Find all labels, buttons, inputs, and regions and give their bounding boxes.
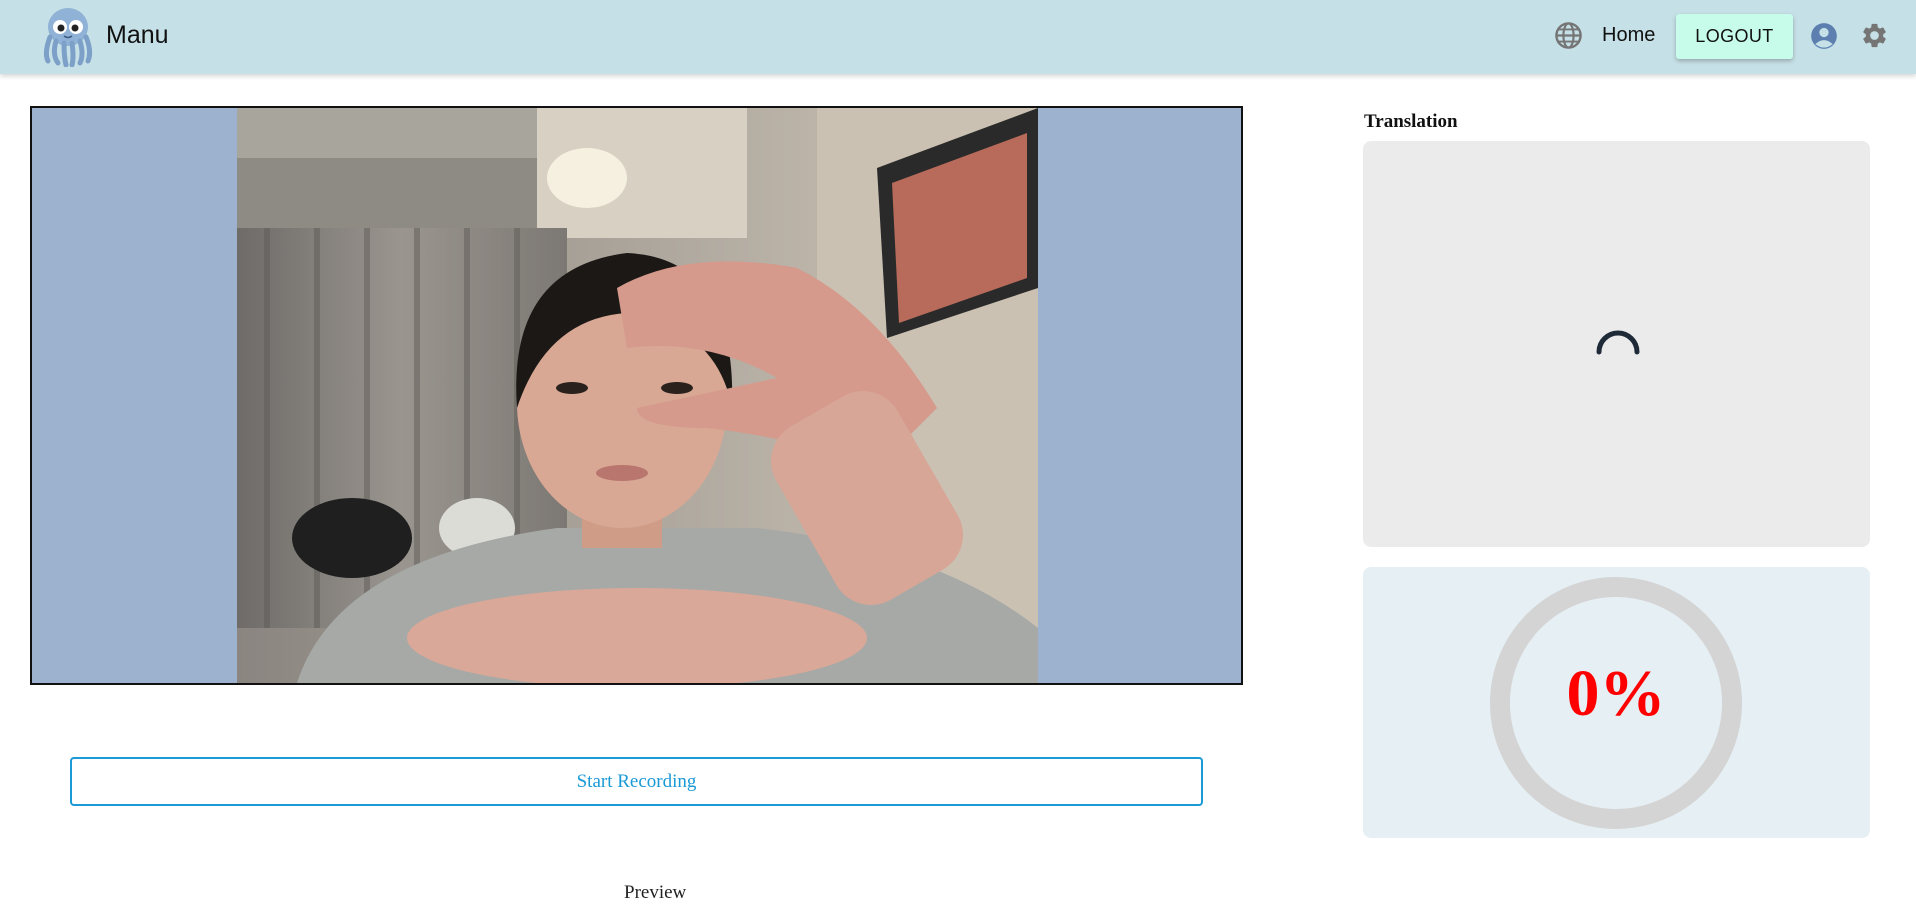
gear-icon[interactable] [1860, 21, 1889, 50]
loading-spinner-icon [1596, 330, 1640, 355]
logout-button[interactable]: LOGOUT [1676, 14, 1793, 59]
globe-icon[interactable] [1554, 21, 1583, 50]
account-icon[interactable] [1810, 22, 1838, 50]
app-header: Manu Home LOGOUT [0, 0, 1916, 74]
progress-percent: 0% [1566, 657, 1666, 730]
start-recording-button[interactable]: Start Recording [70, 757, 1203, 806]
octopus-logo-icon[interactable] [38, 5, 98, 67]
preview-label: Preview [624, 882, 687, 903]
brand-name: Manu [106, 21, 169, 49]
nav-home-link[interactable]: Home [1602, 24, 1655, 47]
translation-label: Translation [1364, 111, 1458, 132]
webcam-feed-image [237, 108, 1038, 683]
camera-frame [30, 106, 1243, 685]
